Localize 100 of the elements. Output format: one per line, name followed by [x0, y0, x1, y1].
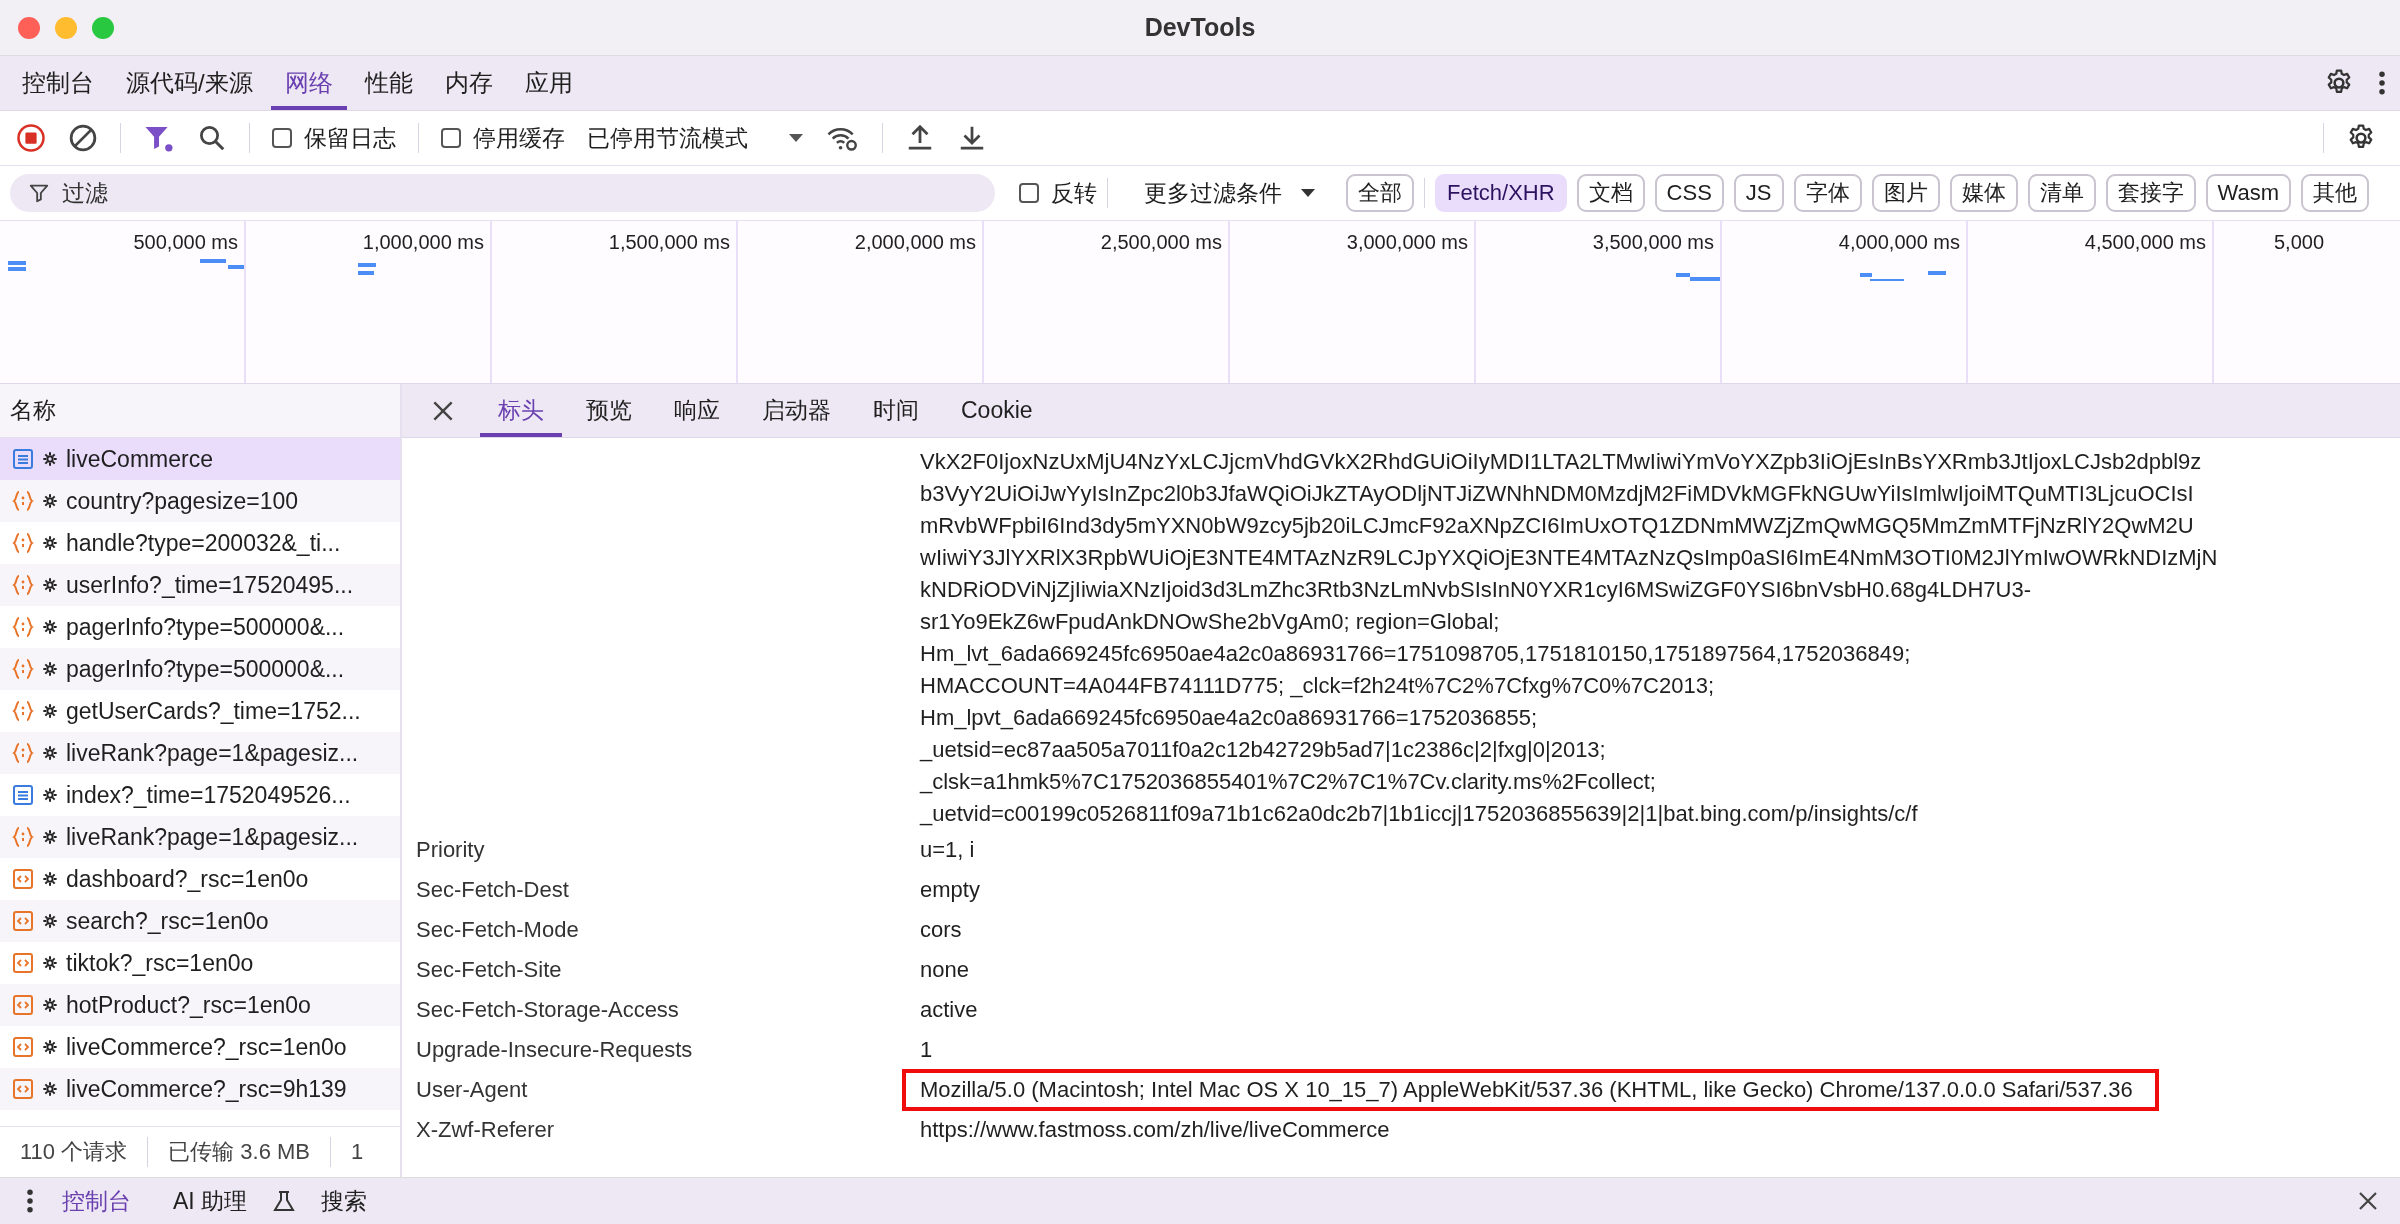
request-row[interactable]: liveRank?page=1&pagesiz...	[0, 816, 400, 858]
gear-icon	[42, 997, 58, 1013]
request-row[interactable]: liveCommerce?_rsc=9h139	[0, 1068, 400, 1110]
gear-icon	[42, 787, 58, 803]
status-text: 1	[351, 1139, 364, 1165]
braces-icon	[12, 490, 34, 512]
details-tab[interactable]: 响应	[656, 384, 738, 437]
resource-type-filter[interactable]: 清单	[2027, 174, 2096, 212]
code-file-icon	[12, 952, 34, 974]
gear-icon	[42, 745, 58, 761]
name-column-header[interactable]: 名称	[0, 384, 400, 438]
header-value: u=1, i	[920, 836, 975, 864]
panel-tab[interactable]: 性能	[350, 56, 427, 110]
details-tab[interactable]: Cookie	[943, 384, 1051, 437]
panel-tab[interactable]: 源代码/来源	[112, 56, 267, 110]
braces-icon	[12, 616, 34, 638]
resource-type-filter[interactable]: 媒体	[1949, 174, 2018, 212]
search-icon[interactable]	[197, 123, 227, 153]
gear-icon	[42, 577, 58, 593]
request-row[interactable]: userInfo?_time=17520495...	[0, 564, 400, 606]
details-tab[interactable]: 时间	[855, 384, 937, 437]
header-value: https://www.fastmoss.com/zh/live/liveCommerce	[920, 1116, 1390, 1144]
panel-tab[interactable]: 网络	[270, 56, 347, 110]
panel-tab[interactable]: 应用	[510, 56, 587, 110]
disable-cache-checkbox[interactable]	[441, 128, 461, 148]
panel-tab[interactable]: 内存	[430, 56, 507, 110]
document-icon	[12, 784, 34, 806]
request-row[interactable]: dashboard?_rsc=1en0o	[0, 858, 400, 900]
close-window-button[interactable]	[18, 16, 40, 39]
details-tab[interactable]: 标头	[480, 384, 562, 437]
more-filters-dropdown[interactable]: 更多过滤条件	[1144, 177, 1316, 209]
request-row[interactable]: handle?type=200032&_ti...	[0, 522, 400, 564]
resource-type-filter[interactable]: 全部	[1346, 174, 1414, 212]
throttling-dropdown[interactable]: 已停用节流模式	[587, 122, 804, 154]
request-row[interactable]: getUserCards?_time=1752...	[0, 690, 400, 732]
request-row[interactable]: tiktok?_rsc=1en0o	[0, 942, 400, 984]
header-value: active	[920, 996, 978, 1024]
header-name: Sec-Fetch-Dest	[415, 877, 570, 903]
header-value: none	[920, 956, 969, 984]
resource-type-filter[interactable]: Fetch/XHR	[1435, 174, 1567, 212]
code-file-icon	[12, 1078, 34, 1100]
request-row[interactable]: index?_time=1752049526...	[0, 774, 400, 816]
timeline-tick-label: 1,000,000 ms	[362, 231, 484, 255]
timeline-tick-label: 3,500,000 ms	[1592, 231, 1714, 255]
braces-icon	[12, 658, 34, 680]
resource-type-filter[interactable]: 字体	[1793, 174, 1862, 212]
drawer-tab[interactable]: AI 助理	[157, 1185, 264, 1217]
status-text: 已传输 3.6 MB	[168, 1138, 310, 1166]
clear-icon[interactable]	[68, 123, 98, 153]
preserve-log-checkbox[interactable]	[272, 128, 292, 148]
resource-type-filter[interactable]: 其他	[2301, 174, 2370, 212]
request-row[interactable]: liveCommerce?_rsc=1en0o	[0, 1026, 400, 1068]
header-value: empty	[920, 876, 980, 904]
panel-tab[interactable]: 控制台	[8, 56, 108, 110]
preserve-log-label: 保留日志	[304, 123, 396, 153]
invert-checkbox[interactable]	[1019, 183, 1039, 203]
gear-icon	[42, 1039, 58, 1055]
request-row[interactable]: pagerInfo?type=500000&...	[0, 606, 400, 648]
gear-icon	[42, 535, 58, 551]
gear-icon	[42, 451, 58, 467]
timeline-tick-label: 500,000 ms	[133, 231, 238, 255]
drawer-tab[interactable]: 搜索	[305, 1185, 384, 1217]
request-row[interactable]: liveRank?page=1&pagesiz...	[0, 732, 400, 774]
resource-type-filter[interactable]: 文档	[1576, 174, 1645, 212]
braces-icon	[12, 574, 34, 596]
resource-type-filter[interactable]: JS	[1733, 174, 1784, 212]
gear-icon	[42, 493, 58, 509]
gear-icon	[42, 955, 58, 971]
request-row[interactable]: liveCommerce	[0, 438, 400, 480]
invert-label: 反转	[1051, 178, 1097, 208]
request-row[interactable]: pagerInfo?type=500000&...	[0, 648, 400, 690]
resource-type-filter[interactable]: CSS	[1654, 174, 1724, 212]
request-row[interactable]: country?pagesize=100	[0, 480, 400, 522]
header-value: cors	[920, 916, 962, 944]
details-tab[interactable]: 预览	[568, 384, 650, 437]
filter-field[interactable]: 过滤	[10, 174, 995, 212]
gear-icon	[42, 619, 58, 635]
resource-type-filter[interactable]: 套接字	[2105, 174, 2196, 212]
gear-icon	[42, 703, 58, 719]
resource-type-filter[interactable]: Wasm	[2205, 174, 2292, 212]
flask-icon	[273, 1189, 296, 1213]
window-title: DevTools	[1143, 13, 1257, 42]
request-row[interactable]: hotProduct?_rsc=1en0o	[0, 984, 400, 1026]
timeline-tick-label: 5,000	[2274, 231, 2325, 255]
gear-icon	[42, 913, 58, 929]
header-value: 1	[920, 1036, 933, 1064]
header-name: X-Zwf-Referer	[415, 1117, 556, 1143]
braces-icon	[12, 532, 34, 554]
code-file-icon	[12, 910, 34, 932]
record-icon[interactable]	[16, 123, 46, 153]
gear-icon	[42, 661, 58, 677]
details-tab[interactable]: 启动器	[744, 384, 849, 437]
request-row[interactable]: search?_rsc=1en0o	[0, 900, 400, 942]
caret-icon	[1300, 188, 1316, 198]
timeline-tick-label: 1,500,000 ms	[608, 231, 730, 255]
status-text: 110 个请求	[20, 1138, 128, 1166]
resource-type-filter[interactable]: 图片	[1871, 174, 1940, 212]
header-name: Sec-Fetch-Mode	[415, 917, 580, 943]
gear-icon	[42, 1081, 58, 1097]
drawer-tab[interactable]: 控制台	[46, 1185, 147, 1217]
